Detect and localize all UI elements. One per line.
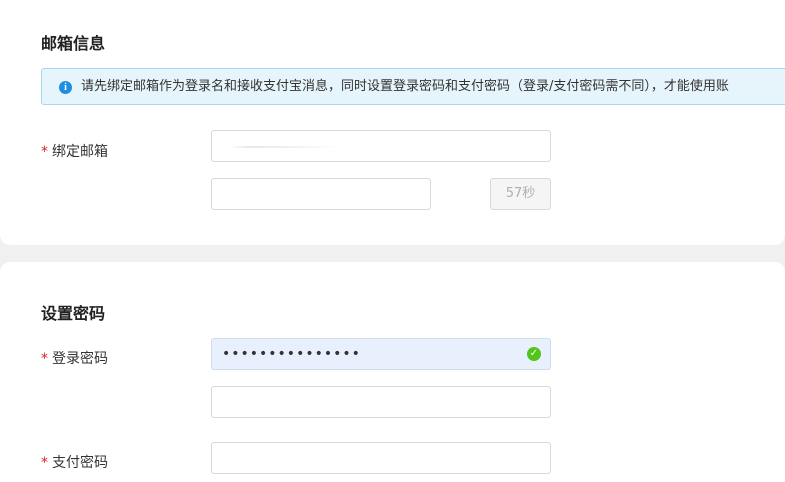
pay-password-label-text: 支付密码 xyxy=(52,455,108,471)
login-password-confirm-field[interactable] xyxy=(211,386,551,418)
password-section-title: 设置密码 xyxy=(41,304,106,323)
login-password-input[interactable] xyxy=(212,339,550,369)
pay-password-input[interactable] xyxy=(212,443,550,473)
login-password-confirm-input[interactable] xyxy=(212,387,550,417)
info-banner: i 请先绑定邮箱作为登录名和接收支付宝消息，同时设置登录密码和支付密码（登录/支… xyxy=(41,68,785,105)
email-masked-value xyxy=(228,146,338,148)
pay-password-field[interactable] xyxy=(211,442,551,474)
login-password-label: * 登录密码 xyxy=(41,348,108,368)
pay-password-label: * 支付密码 xyxy=(41,452,108,472)
verification-code-input[interactable] xyxy=(212,179,430,209)
verification-code-field[interactable] xyxy=(211,178,431,210)
email-section-title: 邮箱信息 xyxy=(41,34,106,53)
resend-code-button[interactable]: 57秒 xyxy=(490,178,551,210)
email-field[interactable] xyxy=(211,130,551,162)
check-circle-icon: ✓ xyxy=(527,347,541,361)
login-password-label-text: 登录密码 xyxy=(52,351,108,367)
email-label-text: 绑定邮箱 xyxy=(52,144,108,160)
info-banner-text: 请先绑定邮箱作为登录名和接收支付宝消息，同时设置登录密码和支付密码（登录/支付密… xyxy=(81,79,729,94)
email-info-card: 邮箱信息 i 请先绑定邮箱作为登录名和接收支付宝消息，同时设置登录密码和支付密码… xyxy=(0,0,785,245)
required-mark: * xyxy=(41,455,48,471)
required-mark: * xyxy=(41,351,48,367)
login-password-field[interactable]: ✓ xyxy=(211,338,551,370)
info-circle-icon: i xyxy=(59,81,72,94)
email-label: * 绑定邮箱 xyxy=(41,141,108,161)
required-mark: * xyxy=(41,144,48,160)
